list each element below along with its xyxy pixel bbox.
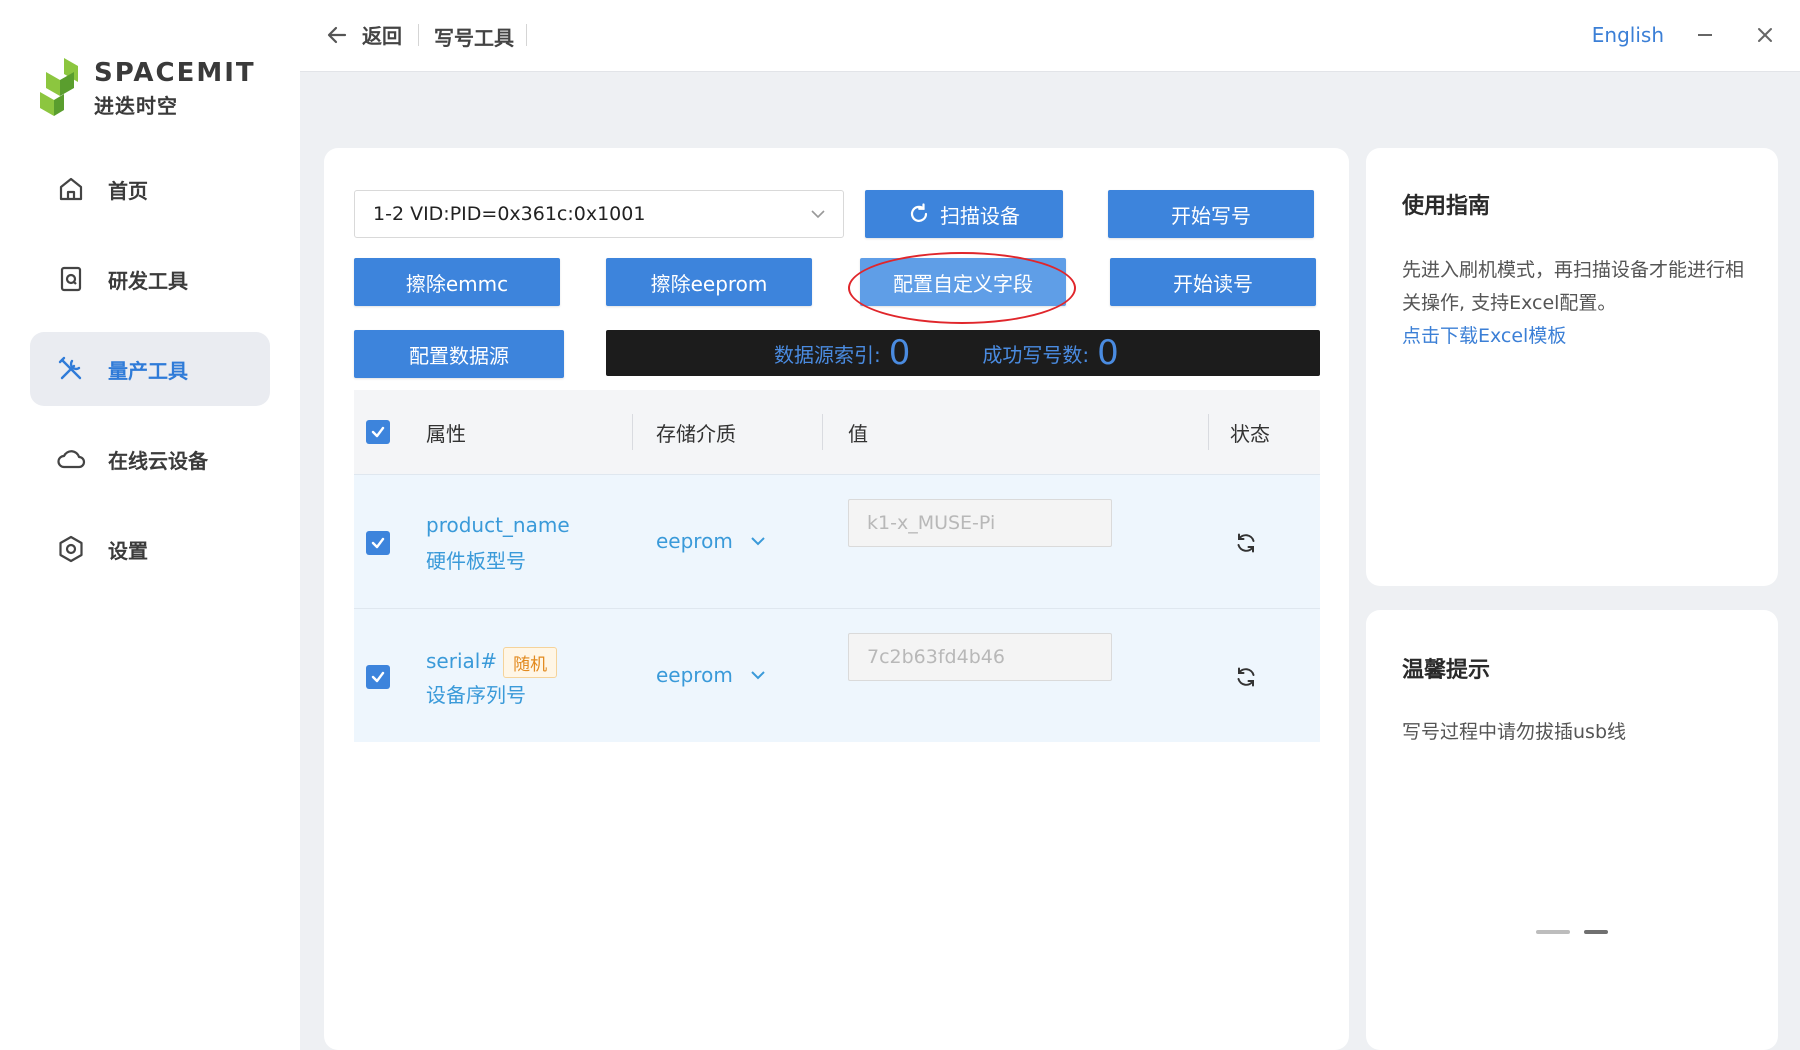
data-source-index: 数据源索引: 0 <box>774 333 910 373</box>
scan-device-label: 扫描设备 <box>940 203 1020 228</box>
random-tag: 随机 <box>503 647 558 678</box>
success-count: 成功写号数: 0 <box>982 333 1118 373</box>
sidebar-item-label: 首页 <box>108 178 148 203</box>
row-checkbox[interactable] <box>366 531 390 555</box>
storage-media-select[interactable]: eeprom <box>656 663 767 687</box>
field-value-input[interactable] <box>848 499 1112 547</box>
guide-card: 使用指南 先进入刷机模式，再扫描设备才能进行相关操作, 支持Excel配置。 点… <box>1366 148 1778 586</box>
field-value-input[interactable] <box>848 633 1112 681</box>
device-select[interactable]: 1-2 VID:PID=0x361c:0x1001 <box>354 190 844 238</box>
wrench-cross-icon <box>56 354 86 384</box>
cloud-icon <box>56 444 86 474</box>
row-checkbox[interactable] <box>366 665 390 689</box>
sidebar-item-production-tools[interactable]: 量产工具 <box>30 332 270 406</box>
carousel-dot-active[interactable] <box>1584 930 1608 934</box>
device-select-value: 1-2 VID:PID=0x361c:0x1001 <box>373 203 646 225</box>
header-media: 存储介质 <box>656 422 736 446</box>
select-all-checkbox[interactable] <box>366 420 390 444</box>
back-button[interactable]: 返回 <box>326 20 402 49</box>
check-icon <box>371 537 385 549</box>
table-row: serial# 随机 设备序列号 eeprom <box>354 608 1320 742</box>
download-excel-link[interactable]: 点击下载Excel模板 <box>1402 325 1566 347</box>
sidebar-nav: 首页 研发工具 量产工具 在线云设备 设置 <box>30 152 270 602</box>
top-bar: 返回 写号工具 English <box>300 0 1800 72</box>
tips-title: 温馨提示 <box>1402 658 1491 683</box>
brand-name: SPACEMIT <box>94 58 256 88</box>
config-data-source-button[interactable]: 配置数据源 <box>354 330 564 378</box>
guide-body: 先进入刷机模式，再扫描设备才能进行相关操作, 支持Excel配置。 点击下载Ex… <box>1402 254 1752 353</box>
table-header: 属性 存储介质 值 状态 <box>354 390 1320 474</box>
refresh-icon <box>908 203 930 225</box>
sidebar-item-home[interactable]: 首页 <box>30 152 270 226</box>
check-icon <box>371 671 385 683</box>
column-divider <box>1208 414 1209 450</box>
table-row: product_name 硬件板型号 eeprom <box>354 474 1320 608</box>
success-count-label: 成功写号数: <box>982 342 1090 367</box>
chevron-down-icon <box>749 666 767 684</box>
guide-title: 使用指南 <box>1402 194 1491 219</box>
data-source-index-value: 0 <box>888 333 911 373</box>
sidebar-item-label: 量产工具 <box>108 358 188 383</box>
close-icon <box>1758 28 1772 42</box>
refresh-icon[interactable] <box>1234 665 1258 689</box>
field-name-wrapper: serial# 随机 <box>426 647 558 678</box>
back-label: 返回 <box>362 24 402 48</box>
main-panel: 1-2 VID:PID=0x361c:0x1001 扫描设备 开始写号 擦除em… <box>324 148 1349 1050</box>
storage-media-value: eeprom <box>656 663 733 687</box>
sidebar-item-settings[interactable]: 设置 <box>30 512 270 586</box>
language-toggle[interactable]: English <box>1592 23 1664 47</box>
tips-card: 温馨提示 写号过程中请勿拔插usb线 <box>1366 610 1778 1050</box>
arrow-left-icon <box>327 26 347 43</box>
sidebar-item-label: 设置 <box>108 538 148 563</box>
column-divider <box>822 414 823 450</box>
page-title: 写号工具 <box>434 26 514 50</box>
sidebar-item-label: 在线云设备 <box>108 448 208 473</box>
field-description: 设备序列号 <box>426 683 526 707</box>
field-name: product_name <box>426 513 570 537</box>
dev-tool-icon <box>56 264 86 294</box>
sidebar-item-cloud-devices[interactable]: 在线云设备 <box>30 422 270 496</box>
carousel-indicator <box>1536 930 1622 934</box>
carousel-dot[interactable] <box>1536 930 1570 934</box>
erase-eeprom-button[interactable]: 擦除eeprom <box>606 258 812 306</box>
column-divider <box>632 414 633 450</box>
sidebar-item-dev-tools[interactable]: 研发工具 <box>30 242 270 316</box>
divider <box>418 24 419 46</box>
header-value: 值 <box>848 422 868 446</box>
minimize-icon <box>1698 34 1712 36</box>
start-write-button[interactable]: 开始写号 <box>1108 190 1314 238</box>
status-bar: 数据源索引: 0 成功写号数: 0 <box>606 330 1320 376</box>
erase-emmc-button[interactable]: 擦除emmc <box>354 258 560 306</box>
storage-media-value: eeprom <box>656 529 733 553</box>
brand-subtitle: 进迭时空 <box>94 94 178 118</box>
refresh-icon[interactable] <box>1234 531 1258 555</box>
brand-logo: SPACEMIT 进迭时空 <box>38 52 268 122</box>
start-read-button[interactable]: 开始读号 <box>1110 258 1316 306</box>
close-button[interactable] <box>1750 20 1780 50</box>
header-attr: 属性 <box>426 422 466 446</box>
success-count-value: 0 <box>1097 333 1119 373</box>
check-icon <box>371 426 385 438</box>
scan-device-button[interactable]: 扫描设备 <box>865 190 1063 238</box>
spacemit-logo-icon <box>40 58 78 116</box>
settings-hex-icon <box>56 534 86 564</box>
sidebar-item-label: 研发工具 <box>108 268 188 293</box>
header-state: 状态 <box>1230 422 1270 446</box>
field-description: 硬件板型号 <box>426 549 526 573</box>
minimize-button[interactable] <box>1690 20 1720 50</box>
home-icon <box>56 174 86 204</box>
field-table: 属性 存储介质 值 状态 product_name 硬件板型号 eeprom k… <box>354 390 1320 742</box>
chevron-down-icon <box>811 210 825 219</box>
config-custom-field-button[interactable]: 配置自定义字段 <box>860 258 1066 306</box>
chevron-down-icon <box>749 532 767 550</box>
data-source-index-label: 数据源索引: <box>774 342 881 367</box>
divider <box>526 24 527 46</box>
storage-media-select[interactable]: eeprom <box>656 529 767 553</box>
tips-text: 写号过程中请勿拔插usb线 <box>1402 721 1627 743</box>
sidebar: SPACEMIT 进迭时空 首页 研发工具 量产工具 在线云设备 设置 <box>0 0 300 1050</box>
guide-text: 先进入刷机模式，再扫描设备才能进行相关操作, 支持Excel配置。 <box>1402 259 1745 314</box>
field-name: serial# <box>426 649 498 673</box>
